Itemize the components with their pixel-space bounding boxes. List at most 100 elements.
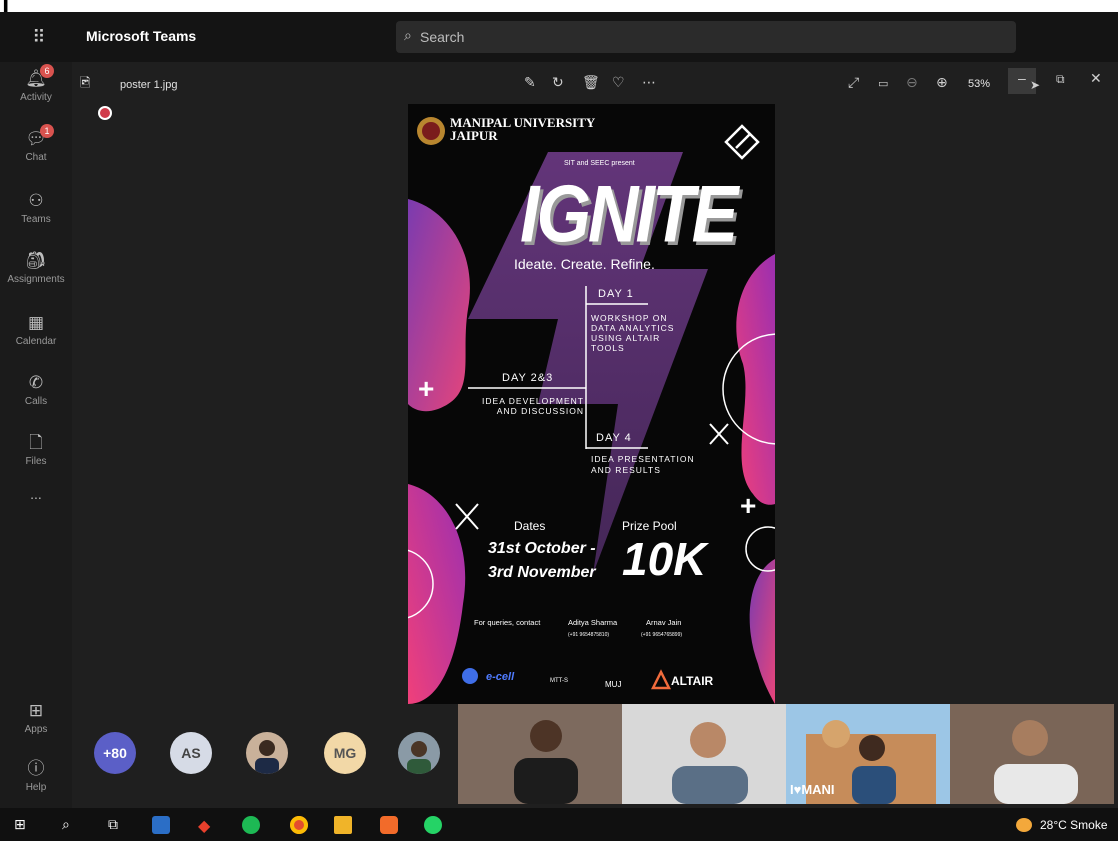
spotify-icon[interactable] [242,816,260,834]
rail-label: Teams [21,214,51,225]
help-icon: ⓘ [27,759,45,778]
rail-item-assignments[interactable]: 🎒︎ Assignments [0,244,72,302]
rail-item-apps[interactable]: ⊞ Apps [0,694,72,752]
contact1-name: Aditya Sharma [568,618,618,627]
minimize-icon[interactable]: – [1018,70,1026,86]
brave-icon[interactable] [380,816,398,834]
participants-strip: +80 AS MG I♥MANI [72,704,1118,808]
app-launcher-icon[interactable]: ⠿ [28,26,50,48]
search-icon: ⌕ [404,27,412,43]
day1-line: WORKSHOP ON [591,313,668,323]
contact-label: For queries, contact [474,618,541,627]
rail-item-teams[interactable]: ⚇ Teams [0,184,72,242]
university-name-line2: JAIPUR [450,128,498,143]
video-feed [458,704,622,804]
poster-image: + + MANIPAL UNIVERSITY JAIPUR SIT and SE… [408,104,775,704]
rail-item-chat[interactable]: 💬︎ 1 Chat [0,122,72,180]
heart-icon[interactable]: ♡ [612,74,625,91]
store-icon[interactable] [152,816,170,834]
windows-start-icon[interactable]: ⊞ [14,816,32,834]
plus-decoration: + [418,373,434,404]
overflow-participants-count[interactable]: +80 [94,732,136,774]
diamond-app-icon[interactable]: ◆ [198,816,216,835]
zoom-out-icon[interactable]: ⊖ [906,74,918,91]
day4-title: DAY 4 [596,432,632,444]
rail-label: Files [25,456,47,467]
avatar-photo[interactable] [398,732,440,774]
day23-line: AND DISCUSSION [496,406,584,416]
cursor-icon: ▍ [4,0,14,13]
whatsapp-icon[interactable] [424,816,442,834]
rail-item-calendar[interactable]: ▦ Calendar [0,306,72,364]
task-view-icon[interactable]: ⧉ [108,816,126,834]
poster-title: IGNITE [520,169,738,259]
delete-icon[interactable]: 🗑︎ [582,74,600,91]
file-icon: 🗋 [29,433,43,452]
actual-size-icon[interactable]: ▭ [878,77,888,90]
rail-item-activity[interactable]: 🔔︎ 6 Activity [0,62,72,120]
day4-line: IDEA PRESENTATION [591,454,695,464]
club-logo [735,133,751,149]
more-icon: ... [30,486,42,502]
sponsor-altair: ALTAIR [671,674,714,688]
fullscreen-icon[interactable]: ⤢ [848,74,859,91]
edit-icon[interactable]: ✎ [524,74,536,91]
calendar-icon: ▦ [27,313,45,332]
app-rail: 🔔︎ 6 Activity 💬︎ 1 Chat ⚇ Teams 🎒︎ Assig… [0,62,72,808]
rotate-icon[interactable]: ↻ [552,74,564,91]
search-box[interactable]: ⌕ Search [396,21,1016,53]
dates-value-line1: 31st October - [488,540,596,557]
day4-description: IDEA PRESENTATION AND RESULTS [591,454,695,476]
avatar-as[interactable]: AS [170,732,212,774]
close-icon[interactable]: ✕ [1090,70,1102,87]
zoom-level: 53% [968,78,991,90]
sponsor-muj: MUJ [605,680,622,689]
plus-decoration: + [740,490,756,521]
video-tile[interactable] [622,704,786,804]
contact1-phone: (+91 9654875810) [568,632,610,638]
app-title: Microsoft Teams [86,28,197,44]
rail-item-files[interactable]: 🗋 Files [0,426,72,484]
university-crest [422,122,440,140]
rail-item-more[interactable]: ... [0,486,72,516]
teams-icon: ⚇ [28,191,44,210]
altair-logo [650,669,672,690]
assignments-icon: 🎒︎ [25,251,47,270]
rail-label: Help [25,782,47,793]
video-banner-text: I♥MANI [790,782,835,797]
video-tile[interactable]: I♥MANI [786,704,950,804]
day1-title: DAY 1 [598,288,634,300]
rail-label: Calendar [15,336,57,347]
avatar-mg[interactable]: MG [324,732,366,774]
contact2-name: Arnav Jain [646,618,682,627]
day1-line: USING ALTAIR [591,333,661,343]
rail-item-help[interactable]: ⓘ Help [0,752,72,810]
day1-line: TOOLS [591,343,625,353]
chrome-icon[interactable] [290,816,308,834]
dates-value-line2: 3rd November [488,564,596,581]
video-tile[interactable] [950,704,1114,804]
search-icon[interactable]: ⌕ [62,816,80,834]
weather-text: 28°C Smoke [1040,818,1108,832]
viewer-toolbar: 🖻 poster 1.jpg ✎ ↻ 🗑︎ ♡ ⋯ ⤢ ▭ ⊖ ⊕ 53% – … [72,62,1118,104]
day1-line: DATA ANALYTICS [591,323,675,333]
restore-icon[interactable]: ⧉ [1056,72,1065,87]
avatar-photo[interactable] [246,732,288,774]
file-name: poster 1.jpg [120,79,178,91]
dates-label: Dates [514,519,546,533]
mouse-cursor-icon: ➤ [1030,78,1041,92]
top-strip: ▍ [0,0,1118,12]
video-feed [950,704,1114,804]
day23-title: DAY 2&3 [502,372,554,384]
person-photo-icon [407,741,431,774]
image-file-icon: 🖻 [80,75,91,90]
poster-tagline: Ideate. Create. Refine. [514,256,655,272]
video-tile[interactable] [458,704,622,804]
rail-item-calls[interactable]: ✆ Calls [0,366,72,424]
zoom-in-icon[interactable]: ⊕ [936,74,948,91]
contact2-phone: (+91 9654765899) [641,632,683,638]
more-options-icon[interactable]: ⋯ [642,74,656,91]
rail-label: Apps [24,724,48,735]
rail-label: Calls [24,396,48,407]
file-explorer-icon[interactable] [334,816,352,834]
